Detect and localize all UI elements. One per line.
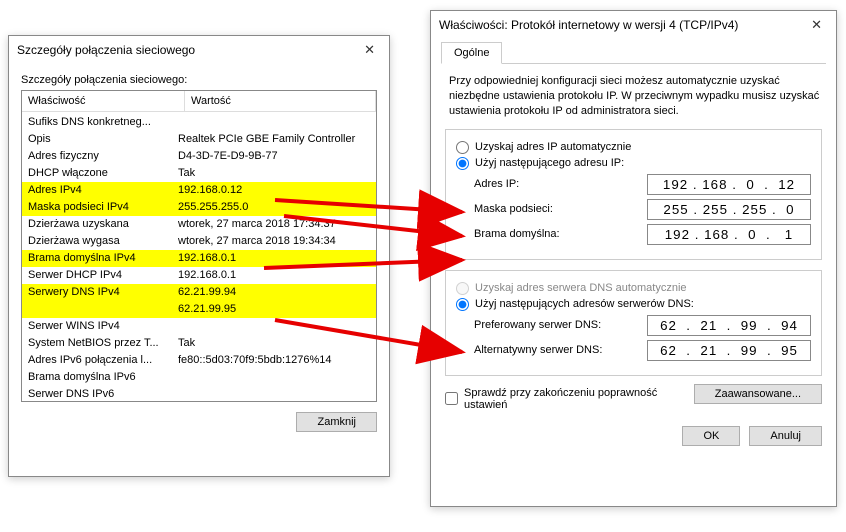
table-row[interactable]: DHCP włączoneTak [22,165,376,182]
radio-ip-manual-label[interactable]: Użyj następującego adresu IP: [475,157,624,169]
tab-general[interactable]: Ogólne [441,42,502,64]
property-cell: Serwery DNS IPv4 [28,284,178,301]
close-icon[interactable]: ✕ [358,42,381,58]
value-cell: 62.21.99.95 [178,301,370,318]
dns2-input[interactable] [647,340,811,361]
ip-label: Adres IP: [474,178,647,190]
value-cell: Realtek PCIe GBE Family Controller [178,131,370,148]
column-property[interactable]: Właściwość [22,91,185,111]
value-cell: wtorek, 27 marca 2018 17:34:37 [178,216,370,233]
intro-text: Przy odpowiedniej konfiguracji sieci moż… [449,74,822,119]
table-row[interactable]: Maska podsieci IPv4255.255.255.0 [22,199,376,216]
advanced-button[interactable]: Zaawansowane... [694,384,822,404]
value-cell [178,386,370,402]
table-row[interactable]: Serwer DNS IPv6 [22,386,376,402]
property-cell: Adres IPv4 [28,182,178,199]
table-row[interactable]: Sufiks DNS konkretneg... [22,114,376,131]
details-label: Szczegóły połączenia sieciowego: [21,74,377,86]
radio-dns-auto-label: Uzyskaj adres serwera DNS automatycznie [475,282,687,294]
property-cell: Adres IPv6 połączenia l... [28,352,178,369]
radio-ip-auto[interactable] [456,141,469,154]
property-cell: Opis [28,131,178,148]
dns1-input[interactable] [647,315,811,336]
table-row[interactable]: Adres fizycznyD4-3D-7E-D9-9B-77 [22,148,376,165]
gateway-label: Brama domyślna: [474,228,647,240]
table-row[interactable]: Adres IPv6 połączenia l...fe80::5d03:70f… [22,352,376,369]
value-cell: 192.168.0.1 [178,267,370,284]
dns1-label: Preferowany serwer DNS: [474,319,647,331]
value-cell: D4-3D-7E-D9-9B-77 [178,148,370,165]
table-row[interactable]: Brama domyślna IPv4192.168.0.1 [22,250,376,267]
value-cell: Tak [178,165,370,182]
gateway-input[interactable] [647,224,811,245]
mask-input[interactable] [647,199,811,220]
property-cell: Serwer DHCP IPv4 [28,267,178,284]
close-icon[interactable]: ✕ [805,17,828,33]
property-cell: DHCP włączone [28,165,178,182]
value-cell [178,369,370,386]
value-cell: wtorek, 27 marca 2018 19:34:34 [178,233,370,250]
details-list[interactable]: Właściwość Wartość Sufiks DNS konkretneg… [21,90,377,402]
property-cell: Maska podsieci IPv4 [28,199,178,216]
table-row[interactable]: Serwer DHCP IPv4192.168.0.1 [22,267,376,284]
table-row[interactable]: Adres IPv4192.168.0.12 [22,182,376,199]
ip-group: Uzyskaj adres IP automatycznie Użyj nast… [445,129,822,260]
property-cell: Serwer WINS IPv4 [28,318,178,335]
property-cell: Brama domyślna IPv4 [28,250,178,267]
ok-button[interactable]: OK [682,426,740,446]
table-row[interactable]: 62.21.99.95 [22,301,376,318]
property-cell: System NetBIOS przez T... [28,335,178,352]
titlebar: Szczegóły połączenia sieciowego ✕ [9,36,389,62]
property-cell: Serwer DNS IPv6 [28,386,178,402]
ipv4-properties-dialog: Właściwości: Protokół internetowy w wers… [430,10,837,507]
close-button[interactable]: Zamknij [296,412,377,432]
table-row[interactable]: OpisRealtek PCIe GBE Family Controller [22,131,376,148]
property-cell: Dzierżawa wygasa [28,233,178,250]
table-row[interactable]: System NetBIOS przez T...Tak [22,335,376,352]
table-row[interactable]: Brama domyślna IPv6 [22,369,376,386]
value-cell: 192.168.0.1 [178,250,370,267]
dns2-label: Alternatywny serwer DNS: [474,344,647,356]
radio-ip-manual[interactable] [456,157,469,170]
titlebar: Właściwości: Protokół internetowy w wers… [431,11,836,37]
value-cell: 62.21.99.94 [178,284,370,301]
radio-dns-manual[interactable] [456,298,469,311]
validate-checkbox[interactable] [445,392,458,405]
radio-ip-auto-label[interactable]: Uzyskaj adres IP automatycznie [475,141,631,153]
ip-input[interactable] [647,174,811,195]
validate-label[interactable]: Sprawdź przy zakończeniu poprawność usta… [464,387,664,411]
radio-dns-manual-label[interactable]: Użyj następujących adresów serwerów DNS: [475,298,694,310]
table-row[interactable]: Dzierżawa uzyskanawtorek, 27 marca 2018 … [22,216,376,233]
value-cell: 192.168.0.12 [178,182,370,199]
property-cell: Adres fizyczny [28,148,178,165]
property-cell: Sufiks DNS konkretneg... [28,114,178,131]
dialog-title: Właściwości: Protokół internetowy w wers… [439,18,738,32]
mask-label: Maska podsieci: [474,203,647,215]
table-row[interactable]: Serwer WINS IPv4 [22,318,376,335]
details-dialog: Szczegóły połączenia sieciowego ✕ Szczeg… [8,35,390,477]
property-cell: Dzierżawa uzyskana [28,216,178,233]
radio-dns-auto [456,282,469,295]
column-value[interactable]: Wartość [185,91,376,111]
property-cell: Brama domyślna IPv6 [28,369,178,386]
value-cell: 255.255.255.0 [178,199,370,216]
value-cell: Tak [178,335,370,352]
dns-group: Uzyskaj adres serwera DNS automatycznie … [445,270,822,376]
cancel-button[interactable]: Anuluj [749,426,822,446]
table-row[interactable]: Dzierżawa wygasawtorek, 27 marca 2018 19… [22,233,376,250]
dialog-title: Szczegóły połączenia sieciowego [17,43,195,57]
list-header: Właściwość Wartość [22,91,376,112]
table-row[interactable]: Serwery DNS IPv462.21.99.94 [22,284,376,301]
tabbar: Ogólne [441,41,826,64]
value-cell: fe80::5d03:70f9:5bdb:1276%14 [178,352,370,369]
property-cell [28,301,178,318]
value-cell [178,318,370,335]
value-cell [178,114,370,131]
